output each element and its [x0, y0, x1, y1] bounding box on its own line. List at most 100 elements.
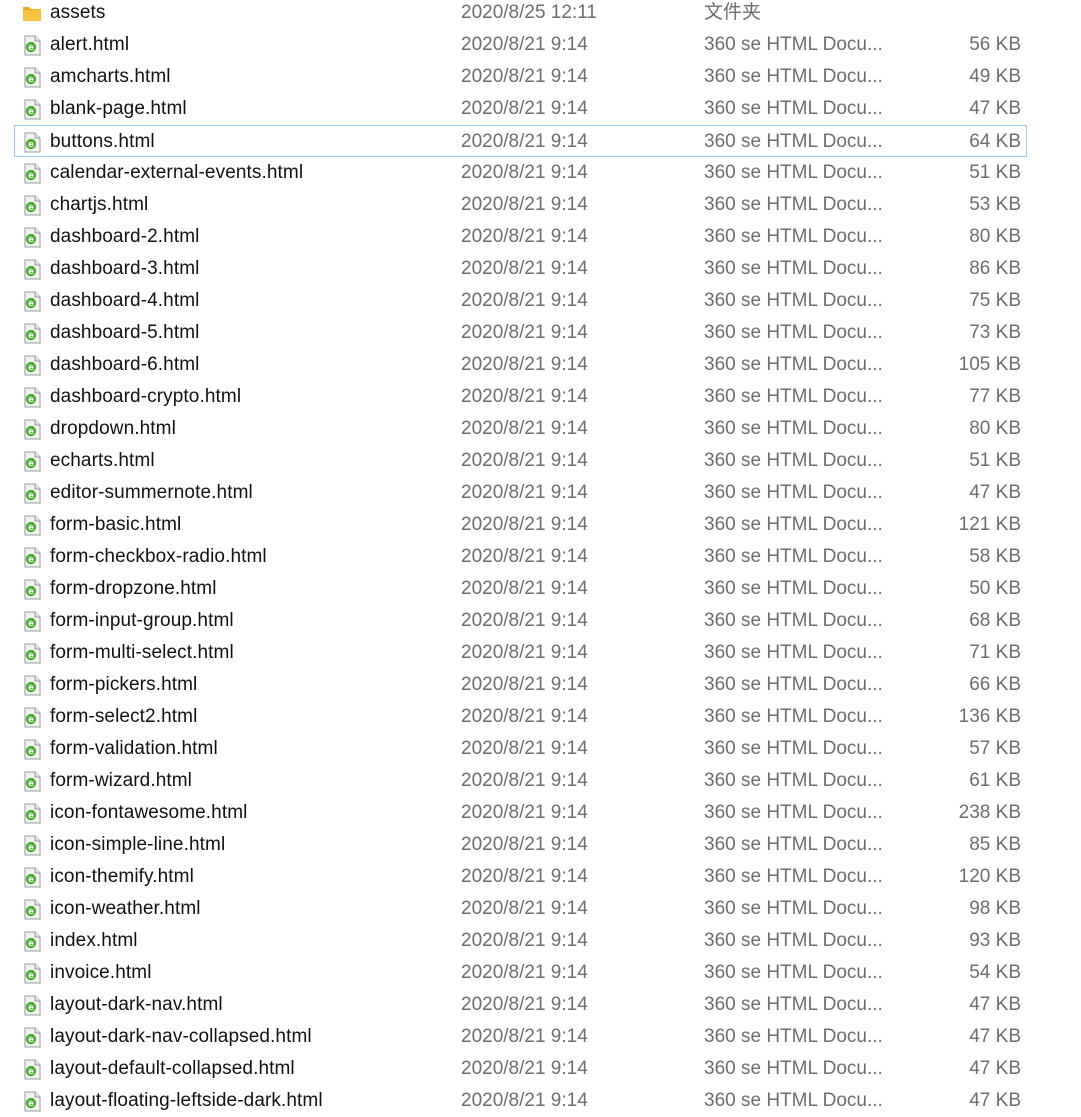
file-name: form-pickers.html — [50, 674, 198, 695]
html-document-icon: e — [22, 1091, 42, 1112]
file-row[interactable]: e dropdown.html 2020/8/21 9:14 360 se HT… — [0, 413, 1081, 445]
file-row[interactable]: e dashboard-4.html 2020/8/21 9:14 360 se… — [0, 285, 1081, 317]
file-name: amcharts.html — [50, 66, 171, 87]
file-row[interactable]: e layout-default-collapsed.html 2020/8/2… — [0, 1053, 1081, 1085]
file-row[interactable]: e dashboard-5.html 2020/8/21 9:14 360 se… — [0, 317, 1081, 349]
file-type: 360 se HTML Docu... — [704, 98, 883, 119]
file-modified-date: 2020/8/21 9:14 — [461, 674, 588, 695]
file-row[interactable]: e form-dropzone.html 2020/8/21 9:14 360 … — [0, 573, 1081, 605]
html-document-icon: e — [22, 899, 42, 920]
svg-text:e: e — [28, 779, 34, 789]
file-row[interactable]: e dashboard-crypto.html 2020/8/21 9:14 3… — [0, 381, 1081, 413]
file-row[interactable]: e icon-simple-line.html 2020/8/21 9:14 3… — [0, 829, 1081, 861]
file-row[interactable]: e echarts.html 2020/8/21 9:14 360 se HTM… — [0, 445, 1081, 477]
file-list: assets 2020/8/25 12:11 文件夹 e alert.html … — [0, 0, 1081, 1117]
html-document-icon: e — [22, 835, 42, 856]
file-type: 360 se HTML Docu... — [704, 866, 883, 887]
file-name: index.html — [50, 930, 138, 951]
file-modified-date: 2020/8/21 9:14 — [461, 642, 588, 663]
file-name: dashboard-5.html — [50, 322, 200, 343]
file-type: 360 se HTML Docu... — [704, 770, 883, 791]
file-size: 77 KB — [969, 386, 1021, 407]
file-name: icon-fontawesome.html — [50, 802, 248, 823]
file-row[interactable]: e dashboard-2.html 2020/8/21 9:14 360 se… — [0, 221, 1081, 253]
file-type: 360 se HTML Docu... — [704, 738, 883, 759]
file-modified-date: 2020/8/21 9:14 — [461, 290, 588, 311]
file-type: 360 se HTML Docu... — [704, 834, 883, 855]
svg-text:e: e — [28, 523, 34, 533]
html-document-icon: e — [22, 803, 42, 824]
file-row[interactable]: e invoice.html 2020/8/21 9:14 360 se HTM… — [0, 957, 1081, 989]
file-row[interactable]: e form-checkbox-radio.html 2020/8/21 9:1… — [0, 541, 1081, 573]
file-modified-date: 2020/8/21 9:14 — [461, 34, 588, 55]
file-row[interactable]: e form-select2.html 2020/8/21 9:14 360 s… — [0, 701, 1081, 733]
svg-text:e: e — [28, 811, 34, 821]
file-row[interactable]: e alert.html 2020/8/21 9:14 360 se HTML … — [0, 29, 1081, 61]
svg-text:e: e — [28, 651, 34, 661]
file-size: 120 KB — [958, 866, 1021, 887]
file-row[interactable]: e form-validation.html 2020/8/21 9:14 36… — [0, 733, 1081, 765]
folder-icon — [22, 3, 42, 24]
file-row-selected[interactable]: e buttons.html 2020/8/21 9:14 360 se HTM… — [14, 125, 1027, 157]
file-modified-date: 2020/8/25 12:11 — [461, 2, 597, 23]
file-name: buttons.html — [50, 131, 155, 152]
file-name: form-input-group.html — [50, 610, 234, 631]
file-modified-date: 2020/8/21 9:14 — [461, 354, 588, 375]
svg-text:e: e — [28, 939, 34, 949]
file-row[interactable]: e chartjs.html 2020/8/21 9:14 360 se HTM… — [0, 189, 1081, 221]
file-size: 80 KB — [969, 418, 1021, 439]
file-size: 47 KB — [969, 482, 1021, 503]
file-row[interactable]: e form-wizard.html 2020/8/21 9:14 360 se… — [0, 765, 1081, 797]
file-row[interactable]: e layout-dark-nav.html 2020/8/21 9:14 36… — [0, 989, 1081, 1021]
svg-text:e: e — [28, 395, 34, 405]
html-document-icon: e — [22, 611, 42, 632]
file-size: 86 KB — [969, 258, 1021, 279]
file-modified-date: 2020/8/21 9:14 — [461, 866, 588, 887]
file-size: 73 KB — [969, 322, 1021, 343]
file-name: form-validation.html — [50, 738, 218, 759]
file-row[interactable]: e icon-weather.html 2020/8/21 9:14 360 s… — [0, 893, 1081, 925]
file-row[interactable]: e blank-page.html 2020/8/21 9:14 360 se … — [0, 93, 1081, 125]
svg-text:e: e — [28, 1067, 34, 1077]
file-row[interactable]: e form-pickers.html 2020/8/21 9:14 360 s… — [0, 669, 1081, 701]
file-row[interactable]: e editor-summernote.html 2020/8/21 9:14 … — [0, 477, 1081, 509]
html-document-icon: e — [22, 579, 42, 600]
file-type: 360 se HTML Docu... — [704, 802, 883, 823]
file-size: 80 KB — [969, 226, 1021, 247]
file-row[interactable]: e calendar-external-events.html 2020/8/2… — [0, 157, 1081, 189]
file-row[interactable]: e form-basic.html 2020/8/21 9:14 360 se … — [0, 509, 1081, 541]
file-size: 47 KB — [969, 1058, 1021, 1079]
file-row[interactable]: e layout-floating-leftside-dark.html 202… — [0, 1085, 1081, 1117]
file-row[interactable]: e index.html 2020/8/21 9:14 360 se HTML … — [0, 925, 1081, 957]
file-name: blank-page.html — [50, 98, 187, 119]
file-size: 56 KB — [969, 34, 1021, 55]
svg-text:e: e — [28, 587, 34, 597]
file-name: dropdown.html — [50, 418, 176, 439]
file-name: layout-dark-nav.html — [50, 994, 223, 1015]
file-size: 53 KB — [969, 194, 1021, 215]
file-type: 360 se HTML Docu... — [704, 642, 883, 663]
file-row[interactable]: e layout-dark-nav-collapsed.html 2020/8/… — [0, 1021, 1081, 1053]
file-row[interactable]: e amcharts.html 2020/8/21 9:14 360 se HT… — [0, 61, 1081, 93]
file-row[interactable]: e dashboard-6.html 2020/8/21 9:14 360 se… — [0, 349, 1081, 381]
svg-text:e: e — [28, 299, 34, 309]
html-document-icon: e — [22, 483, 42, 504]
file-type: 360 se HTML Docu... — [704, 482, 883, 503]
file-name: invoice.html — [50, 962, 152, 983]
file-type: 360 se HTML Docu... — [704, 386, 883, 407]
svg-text:e: e — [28, 43, 34, 53]
file-row[interactable]: assets 2020/8/25 12:11 文件夹 — [0, 0, 1081, 29]
file-row[interactable]: e icon-fontawesome.html 2020/8/21 9:14 3… — [0, 797, 1081, 829]
html-document-icon: e — [22, 387, 42, 408]
file-row[interactable]: e form-input-group.html 2020/8/21 9:14 3… — [0, 605, 1081, 637]
file-modified-date: 2020/8/21 9:14 — [461, 578, 588, 599]
svg-text:e: e — [28, 331, 34, 341]
file-row[interactable]: e dashboard-3.html 2020/8/21 9:14 360 se… — [0, 253, 1081, 285]
file-row[interactable]: e icon-themify.html 2020/8/21 9:14 360 s… — [0, 861, 1081, 893]
file-modified-date: 2020/8/21 9:14 — [461, 98, 588, 119]
file-row[interactable]: e form-multi-select.html 2020/8/21 9:14 … — [0, 637, 1081, 669]
file-modified-date: 2020/8/21 9:14 — [461, 1058, 588, 1079]
file-size: 105 KB — [958, 354, 1021, 375]
html-document-icon: e — [22, 195, 42, 216]
file-size: 47 KB — [969, 1090, 1021, 1111]
